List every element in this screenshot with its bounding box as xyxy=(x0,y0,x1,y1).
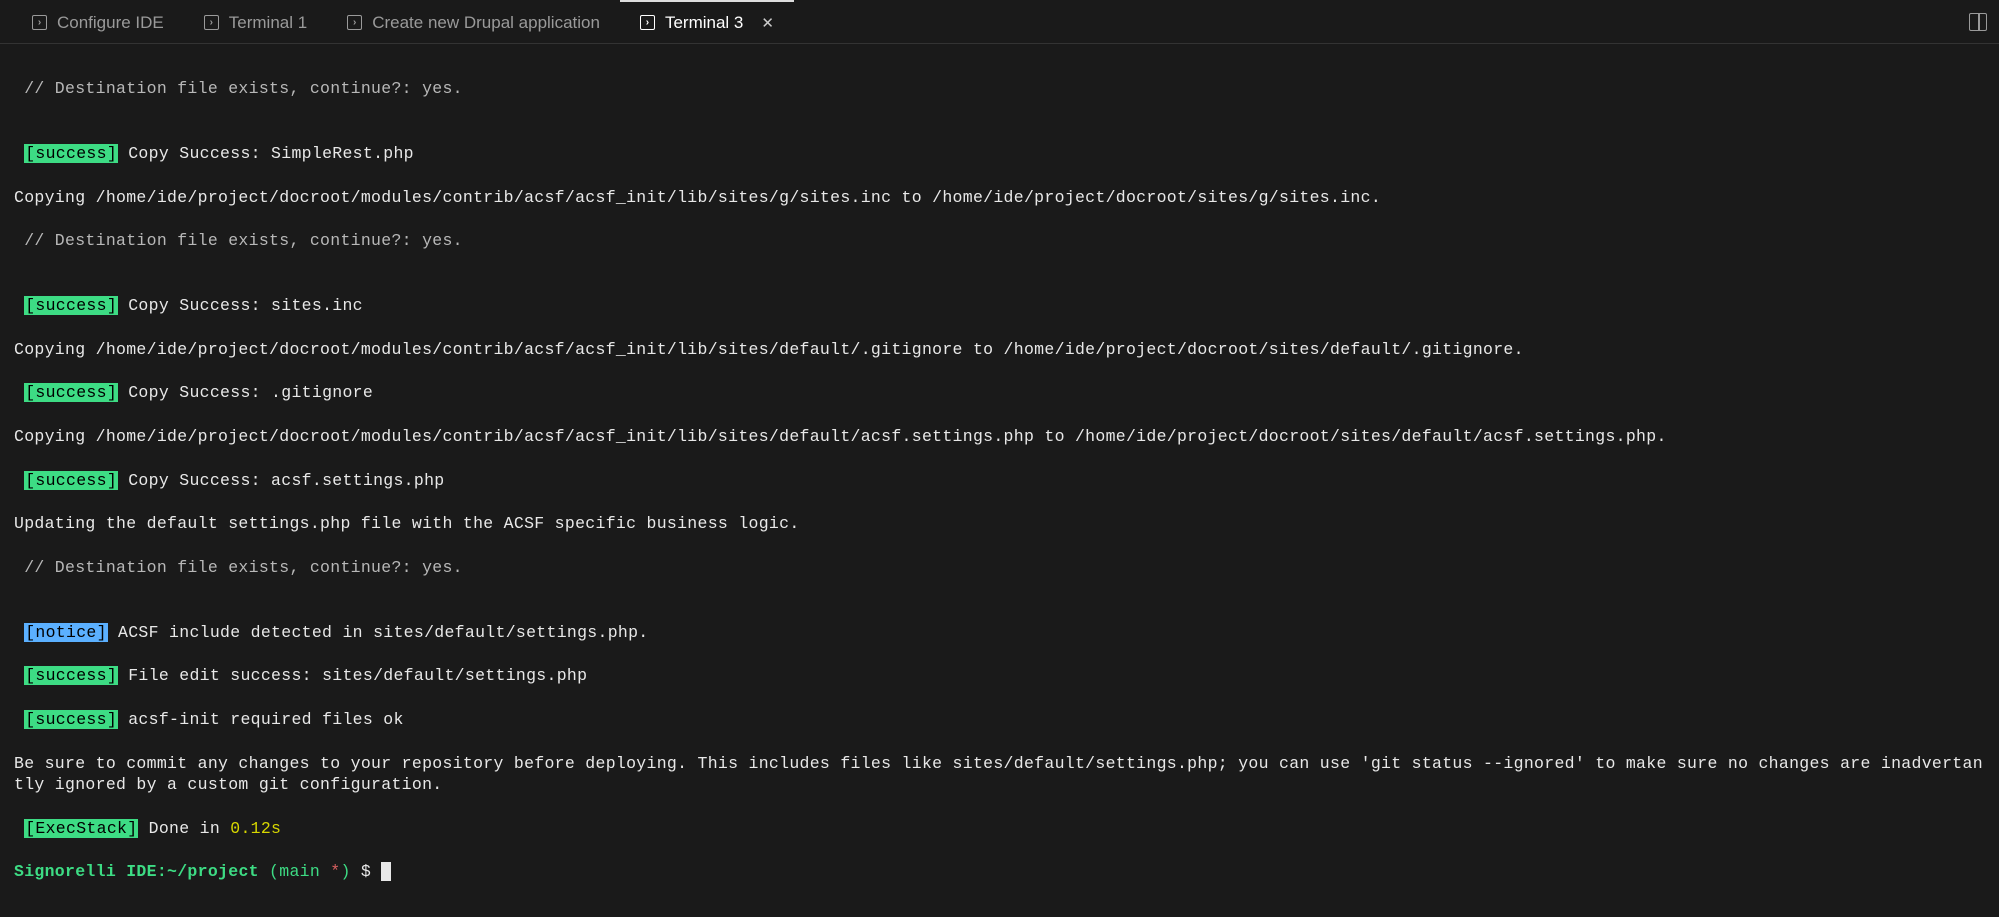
tab-label: Configure IDE xyxy=(57,13,164,33)
success-badge: [success] xyxy=(24,144,118,163)
tab-label: Create new Drupal application xyxy=(372,13,600,33)
tab-bar: Configure IDE Terminal 1 Create new Drup… xyxy=(0,0,1999,44)
prompt-line: Signorelli IDE:~/project (main *) $ xyxy=(14,861,1985,883)
success-badge: [success] xyxy=(24,383,118,402)
output-line: [success] Copy Success: sites.inc xyxy=(14,295,1985,317)
success-badge: [success] xyxy=(24,666,118,685)
output-line: [notice] ACSF include detected in sites/… xyxy=(14,622,1985,644)
msg: acsf-init required files ok xyxy=(118,710,404,729)
msg: ACSF include detected in sites/default/s… xyxy=(108,623,649,642)
msg: File edit success: sites/default/setting… xyxy=(118,666,587,685)
tab-label: Terminal 3 xyxy=(665,13,743,33)
tab-create-drupal[interactable]: Create new Drupal application xyxy=(327,0,620,43)
output-line: [success] Copy Success: acsf.settings.ph… xyxy=(14,470,1985,492)
output-line: Be sure to commit any changes to your re… xyxy=(14,753,1985,797)
prompt-host: Signorelli IDE: xyxy=(14,862,167,881)
output-line: Copying /home/ide/project/docroot/module… xyxy=(14,426,1985,448)
output-line: [ExecStack] Done in 0.12s xyxy=(14,818,1985,840)
split-editor-icon[interactable] xyxy=(1969,13,1987,31)
msg: Copy Success: acsf.settings.php xyxy=(118,471,444,490)
msg: Copy Success: .gitignore xyxy=(118,383,373,402)
output-line: [success] File edit success: sites/defau… xyxy=(14,665,1985,687)
output-line: // Destination file exists, continue?: y… xyxy=(14,78,1985,100)
terminal-icon xyxy=(347,15,362,30)
terminal-output[interactable]: // Destination file exists, continue?: y… xyxy=(0,44,1999,917)
close-icon[interactable]: ✕ xyxy=(761,14,774,32)
output-line: [success] acsf-init required files ok xyxy=(14,709,1985,731)
terminal-icon xyxy=(204,15,219,30)
done-text: Done in xyxy=(138,819,230,838)
output-line: // Destination file exists, continue?: y… xyxy=(14,230,1985,252)
output-line: Updating the default settings.php file w… xyxy=(14,513,1985,535)
success-badge: [success] xyxy=(24,710,118,729)
tab-label: Terminal 1 xyxy=(229,13,307,33)
output-line: Copying /home/ide/project/docroot/module… xyxy=(14,187,1985,209)
prompt-dollar: $ xyxy=(351,862,382,881)
msg: Copy Success: SimpleRest.php xyxy=(118,144,414,163)
success-badge: [success] xyxy=(24,471,118,490)
output-line: Copying /home/ide/project/docroot/module… xyxy=(14,339,1985,361)
prompt-path: ~/project xyxy=(167,862,259,881)
branch-close: ) xyxy=(340,862,350,881)
tab-terminal-3[interactable]: Terminal 3 ✕ xyxy=(620,0,794,43)
tab-configure-ide[interactable]: Configure IDE xyxy=(12,0,184,43)
output-line: // Destination file exists, continue?: y… xyxy=(14,557,1985,579)
time-text: 0.12s xyxy=(230,819,281,838)
msg: Copy Success: sites.inc xyxy=(118,296,363,315)
execstack-badge: [ExecStack] xyxy=(24,819,138,838)
notice-badge: [notice] xyxy=(24,623,108,642)
tab-terminal-1[interactable]: Terminal 1 xyxy=(184,0,327,43)
success-badge: [success] xyxy=(24,296,118,315)
dirty-indicator: * xyxy=(330,862,340,881)
branch-open: ( xyxy=(259,862,279,881)
output-line: [success] Copy Success: .gitignore xyxy=(14,382,1985,404)
terminal-icon xyxy=(640,15,655,30)
cursor-icon xyxy=(381,862,391,881)
output-line: [success] Copy Success: SimpleRest.php xyxy=(14,143,1985,165)
terminal-icon xyxy=(32,15,47,30)
branch-name: main xyxy=(279,862,330,881)
